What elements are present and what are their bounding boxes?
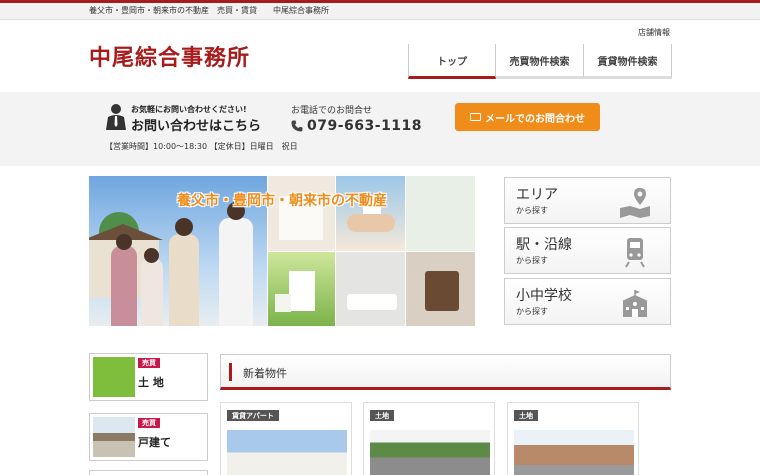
search-by-area-button[interactable]: エリア から探す <box>504 177 671 224</box>
category-land-sale[interactable]: 売買 土 地 <box>89 353 208 401</box>
sale-badge: 売買 <box>138 418 160 428</box>
tel-number[interactable]: 079-663-1118 <box>307 118 422 134</box>
tel-label: お電話でのお問合せ <box>291 106 373 116</box>
sale-badge: 売買 <box>138 358 160 368</box>
map-pin-icon <box>620 188 650 218</box>
store-info-link[interactable]: 店舗情報 <box>638 27 670 38</box>
listing-photo <box>514 430 634 475</box>
tel-row[interactable]: 079-663-1118 <box>291 118 422 134</box>
category-next[interactable] <box>89 470 208 475</box>
category-label: 土 地 <box>138 376 164 389</box>
land-thumbnail <box>93 357 135 397</box>
hero-tile-room <box>405 176 475 251</box>
school-icon <box>622 290 648 317</box>
listing-card[interactable]: 土地 <box>507 402 639 475</box>
hero-banner: 養父市・豊岡市・朝来市の不動産 <box>89 176 475 326</box>
main-nav: トップ 売買物件検索 賃貸物件検索 <box>408 44 672 79</box>
contact-heading: お問い合わせはこちら <box>131 119 262 134</box>
listing-card[interactable]: 賃貸アパート <box>220 402 352 475</box>
train-icon <box>625 238 645 268</box>
house-thumbnail <box>93 417 135 457</box>
mail-contact-button[interactable]: メールでのお問合わせ <box>455 103 600 131</box>
search-title: エリア <box>516 187 558 203</box>
category-label: 戸建て <box>138 436 171 449</box>
listing-photo <box>227 430 347 475</box>
contact-prompt: お気軽にお問い合わせください! <box>131 105 247 114</box>
hero-caption: 養父市・豊岡市・朝来市の不動産 <box>177 193 387 209</box>
business-hours: 【営業時間】10:00～18:30 【定休日】日曜日 祝日 <box>105 142 298 151</box>
person-icon <box>106 104 126 130</box>
listing-type-badge: 土地 <box>514 410 538 421</box>
new-listings-title: 新着物件 <box>243 367 287 380</box>
site-tagline: 養父市・豊岡市・朝来市の不動産 売買・賃貸 中尾綜合事務所 <box>89 6 329 15</box>
nav-top[interactable]: トップ <box>408 44 496 79</box>
nav-sale-search[interactable]: 売買物件検索 <box>496 44 584 79</box>
search-sub: から探す <box>516 307 548 316</box>
search-by-school-button[interactable]: 小中学校 から探す <box>504 278 671 325</box>
new-listings-header: 新着物件 <box>220 354 671 390</box>
top-bar: 養父市・豊岡市・朝来市の不動産 売買・賃貸 中尾綜合事務所 <box>0 3 760 20</box>
listing-photo <box>370 430 490 475</box>
search-title: 小中学校 <box>516 288 572 304</box>
mail-button-label: メールでのお問合わせ <box>485 113 585 125</box>
site-logo[interactable]: 中尾綜合事務所 <box>89 40 250 72</box>
listing-type-badge: 土地 <box>370 410 394 421</box>
category-house-sale[interactable]: 売買 戸建て <box>89 413 208 461</box>
envelope-icon <box>470 113 481 121</box>
search-by-station-button[interactable]: 駅・沿線 から探す <box>504 227 671 274</box>
search-sub: から探す <box>516 206 548 215</box>
nav-rent-search[interactable]: 賃貸物件検索 <box>584 44 672 79</box>
search-sub: から探す <box>516 256 548 265</box>
phone-icon <box>291 120 303 132</box>
hero-tile-living <box>335 251 405 326</box>
listing-card[interactable]: 土地 <box>363 402 495 475</box>
listing-type-badge: 賃貸アパート <box>227 410 279 421</box>
search-title: 駅・沿線 <box>516 237 572 253</box>
